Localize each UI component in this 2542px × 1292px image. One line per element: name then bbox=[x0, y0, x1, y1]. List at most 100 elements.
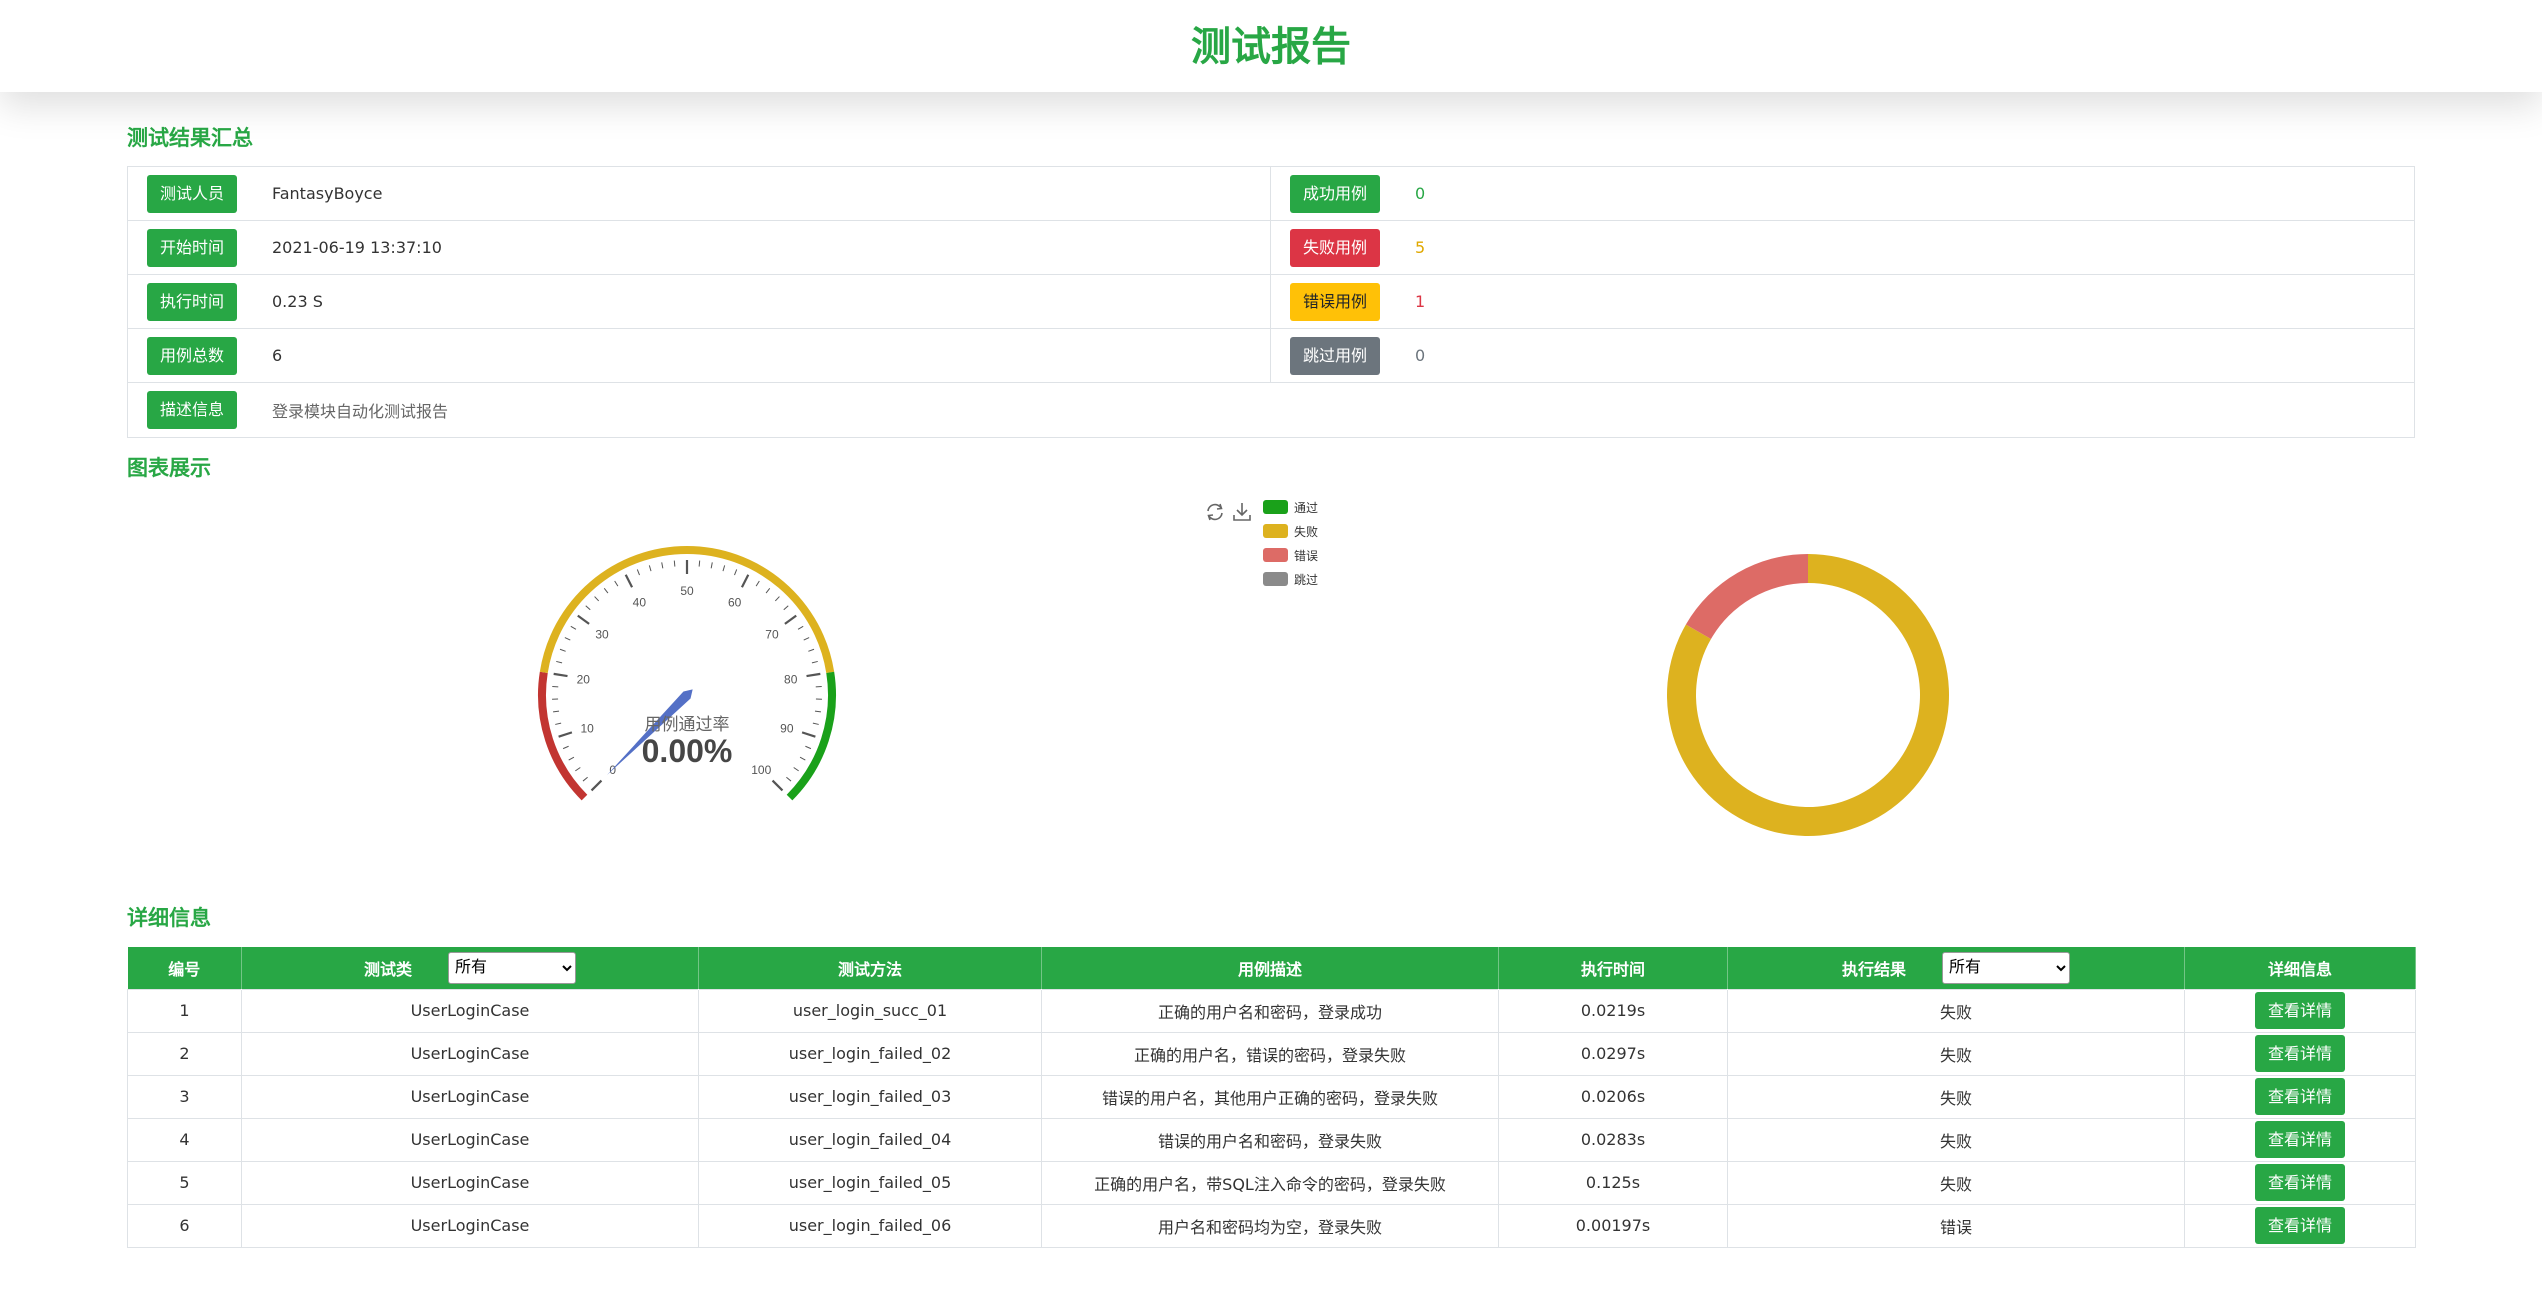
row-time: 0.0206s bbox=[1498, 1074, 1728, 1119]
gauge-major-tick bbox=[801, 731, 816, 738]
success-cell: 成功用例 0 bbox=[1271, 167, 2414, 220]
start-time-tag: 开始时间 bbox=[147, 228, 237, 267]
legend-label[interactable]: 错误 bbox=[1294, 549, 1318, 563]
legend-label[interactable]: 跳过 bbox=[1294, 573, 1318, 587]
row-detail-cell: 查看详情 bbox=[2184, 1203, 2416, 1248]
gauge-minor-tick bbox=[734, 569, 738, 576]
tester-cell: 测试人员 FantasyBoyce bbox=[128, 167, 1271, 220]
gauge-tick-label: 20 bbox=[577, 673, 591, 687]
row-description: 正确的用户名，错误的密码，登录失败 bbox=[1041, 1031, 1499, 1076]
row-id: 3 bbox=[127, 1074, 242, 1119]
gauge-minor-tick bbox=[765, 588, 771, 594]
error-tag: 错误用例 bbox=[1290, 282, 1380, 321]
refresh-arc bbox=[1207, 503, 1222, 512]
gauge-minor-tick bbox=[614, 580, 619, 587]
view-detail-button[interactable]: 查看详情 bbox=[2255, 1207, 2345, 1244]
row-class: UserLoginCase bbox=[241, 1203, 699, 1248]
table-header-row: 编号 测试类 所有 测试方法 用例描述 执行时间 执行结果 所有 详细信息 bbox=[127, 947, 2416, 989]
legend-label[interactable]: 失败 bbox=[1294, 524, 1318, 539]
gauge-tick-label: 0 bbox=[609, 763, 616, 777]
table-row: 5 UserLoginCase user_login_failed_05 正确的用户名… bbox=[127, 1160, 2416, 1205]
detail-table: 编号 测试类 所有 测试方法 用例描述 执行时间 执行结果 所有 详细信息 1 … bbox=[127, 947, 2416, 1248]
gauge-major-tick bbox=[740, 574, 750, 588]
pass-rate-gauge: 0 10 20 30 40 50 60 70 80 90 100 用例通过率 0.00% bbox=[538, 546, 836, 801]
section-title-charts: 图表展示 bbox=[127, 456, 211, 480]
row-detail-cell: 查看详情 bbox=[2184, 1031, 2416, 1076]
view-detail-button[interactable]: 查看详情 bbox=[2255, 1121, 2345, 1158]
gauge-title: 用例通过率 bbox=[645, 715, 730, 734]
gauge-minor-tick bbox=[559, 648, 566, 652]
refresh-icon[interactable] bbox=[1207, 503, 1223, 521]
duration-cell: 执行时间 0.23 S bbox=[128, 275, 1271, 328]
gauge-minor-tick bbox=[805, 745, 812, 750]
skipped-cell: 跳过用例 0 bbox=[1271, 329, 2414, 382]
page-header: 测试报告 bbox=[0, 0, 2542, 92]
gauge-minor-tick bbox=[799, 756, 806, 761]
failed-count: 5 bbox=[1415, 238, 1426, 257]
gauge-minor-tick bbox=[698, 560, 701, 567]
tester-value: FantasyBoyce bbox=[272, 184, 383, 203]
page-title: 测试报告 bbox=[1191, 24, 1351, 70]
summary-row: 用例总数 6 跳过用例 0 bbox=[128, 329, 2414, 383]
legend-swatch bbox=[1263, 548, 1288, 562]
row-class: UserLoginCase bbox=[241, 1117, 699, 1162]
row-id: 2 bbox=[127, 1031, 242, 1076]
row-time: 0.00197s bbox=[1498, 1203, 1728, 1248]
view-detail-button[interactable]: 查看详情 bbox=[2255, 1078, 2345, 1115]
gauge-minor-tick bbox=[812, 722, 819, 725]
gauge-tick-label: 70 bbox=[765, 627, 779, 641]
header-class: 测试类 所有 bbox=[241, 947, 699, 989]
row-result: 失败 bbox=[1727, 1117, 2185, 1162]
refresh-arc bbox=[1208, 512, 1223, 521]
result-filter-select[interactable]: 所有 bbox=[1942, 951, 2070, 984]
header-result-label: 执行结果 bbox=[1841, 959, 1906, 979]
gauge-tick-label: 100 bbox=[751, 763, 771, 777]
row-detail-cell: 查看详情 bbox=[2184, 988, 2416, 1033]
view-detail-button[interactable]: 查看详情 bbox=[2255, 992, 2345, 1029]
gauge-minor-tick bbox=[553, 710, 560, 713]
table-body: 1 UserLoginCase user_login_succ_01 正确的用户名和密… bbox=[127, 988, 2416, 1248]
tester-tag: 测试人员 bbox=[147, 174, 237, 213]
gauge-tick-label: 80 bbox=[784, 673, 798, 687]
gauge-minor-tick bbox=[710, 562, 713, 569]
success-count: 0 bbox=[1415, 184, 1426, 203]
download-icon[interactable] bbox=[1233, 503, 1251, 521]
summary-row: 描述信息 登录模块自动化测试报告 bbox=[128, 383, 2414, 437]
view-detail-button[interactable]: 查看详情 bbox=[2255, 1164, 2345, 1201]
error-cell: 错误用例 1 bbox=[1271, 275, 2414, 328]
gauge-minor-tick bbox=[575, 767, 581, 772]
gauge-minor-tick bbox=[564, 637, 571, 641]
download-arrow bbox=[1236, 503, 1248, 517]
row-class: UserLoginCase bbox=[241, 1074, 699, 1119]
gauge-minor-tick bbox=[603, 588, 609, 594]
gauge-minor-tick bbox=[582, 776, 588, 782]
row-result: 错误 bbox=[1727, 1203, 2185, 1248]
gauge-minor-tick bbox=[793, 767, 799, 772]
gauge-minor-tick bbox=[811, 660, 818, 664]
charts-svg: 0 10 20 30 40 50 60 70 80 90 100 用例通过率 0.00% 通过失败错… bbox=[538, 500, 1949, 836]
gauge-major-tick bbox=[558, 731, 573, 738]
header-result: 执行结果 所有 bbox=[1727, 947, 2185, 989]
table-row: 1 UserLoginCase user_login_succ_01 正确的用户名和密… bbox=[127, 988, 2416, 1033]
header-time: 执行时间 bbox=[1498, 947, 1728, 989]
row-description: 正确的用户名和密码，登录成功 bbox=[1041, 988, 1499, 1033]
view-detail-button[interactable]: 查看详情 bbox=[2255, 1035, 2345, 1072]
row-detail-cell: 查看详情 bbox=[2184, 1074, 2416, 1119]
description-tag: 描述信息 bbox=[147, 391, 237, 429]
class-filter-select[interactable]: 所有 bbox=[448, 951, 576, 984]
summary-table: 测试人员 FantasyBoyce 成功用例 0 开始时间 2021-06-19… bbox=[127, 166, 2415, 438]
gauge-minor-tick bbox=[570, 625, 577, 630]
donut-slice[interactable] bbox=[1685, 554, 1808, 639]
summary-row: 开始时间 2021-06-19 13:37:10 失败用例 5 bbox=[128, 221, 2414, 275]
total-value: 6 bbox=[272, 346, 283, 365]
summary-row: 测试人员 FantasyBoyce 成功用例 0 bbox=[128, 167, 2414, 221]
gauge-minor-tick bbox=[774, 596, 780, 602]
gauge-minor-tick bbox=[555, 722, 562, 725]
gauge-minor-tick bbox=[648, 565, 652, 572]
legend-label[interactable]: 通过 bbox=[1294, 501, 1318, 515]
legend-swatch bbox=[1263, 500, 1288, 514]
header-method: 测试方法 bbox=[698, 947, 1042, 989]
gauge-major-tick bbox=[771, 779, 784, 792]
table-row: 6 UserLoginCase user_login_failed_06 用户名和密码… bbox=[127, 1203, 2416, 1248]
legend-swatch bbox=[1263, 572, 1288, 586]
